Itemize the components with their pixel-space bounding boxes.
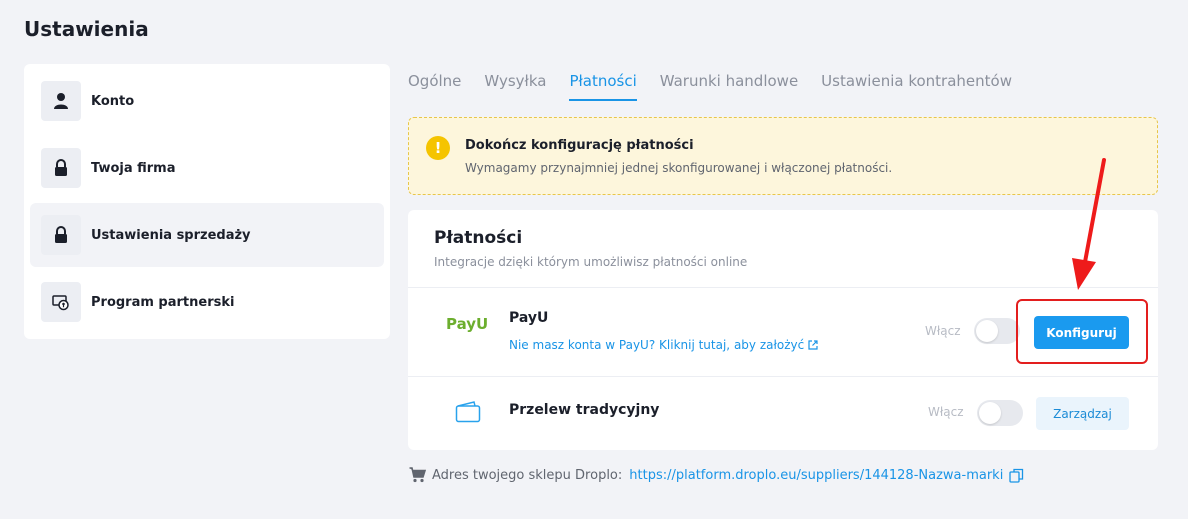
sidebar-item-label: Twoja firma — [91, 160, 176, 176]
divider — [408, 287, 1158, 288]
cart-icon — [409, 467, 426, 483]
manage-przelew-button[interactable]: Zarządzaj — [1036, 397, 1129, 430]
settings-sidebar: Konto Twoja firma Ustawienia sprzedaży P… — [24, 64, 390, 339]
annotation-highlight-box — [1016, 299, 1148, 364]
user-icon — [41, 81, 81, 121]
sidebar-item-ustawienia-sprzedazy[interactable]: Ustawienia sprzedaży — [30, 203, 384, 267]
payu-note: Nie masz konta w PayU? Kliknij tutaj, ab… — [509, 338, 818, 352]
sidebar-item-program-partnerski[interactable]: Program partnerski — [30, 270, 384, 334]
przelew-name: Przelew tradycyjny — [509, 402, 660, 418]
warning-icon: ! — [426, 136, 450, 160]
sidebar-item-twoja-firma[interactable]: Twoja firma — [30, 136, 384, 200]
divider — [408, 376, 1158, 377]
external-link-icon — [808, 340, 818, 350]
tab-warunki-handlowe[interactable]: Warunki handlowe — [660, 70, 798, 101]
tab-wysylka[interactable]: Wysyłka — [484, 70, 546, 101]
payment-config-warning: ! Dokończ konfigurację płatności Wymagam… — [408, 117, 1158, 195]
warning-title: Dokończ konfigurację płatności — [465, 138, 694, 153]
payu-signup-link[interactable]: Kliknij tutaj, aby założyć — [659, 338, 804, 352]
payu-note-text: Nie masz konta w PayU? — [509, 338, 656, 352]
page-title: Ustawienia — [24, 17, 149, 41]
sidebar-item-label: Program partnerski — [91, 294, 235, 310]
tab-ustawienia-kontrahentow[interactable]: Ustawienia kontrahentów — [821, 70, 1012, 101]
copy-icon[interactable] — [1009, 468, 1024, 483]
partner-money-icon — [41, 282, 81, 322]
przelew-toggle-label: Włącz — [928, 405, 964, 419]
shop-address-footer: Adres twojego sklepu Droplo: https://pla… — [409, 467, 1024, 483]
wallet-icon — [455, 401, 481, 423]
payments-card: Płatności Integracje dzięki którym umożl… — [408, 210, 1158, 450]
shop-address-link[interactable]: https://platform.droplo.eu/suppliers/144… — [629, 468, 1003, 483]
sidebar-item-label: Konto — [91, 93, 135, 109]
payu-name: PayU — [509, 310, 549, 326]
settings-tabs: Ogólne Wysyłka Płatności Warunki handlow… — [408, 70, 1035, 102]
payu-enable-toggle[interactable] — [974, 318, 1020, 344]
payments-subtitle: Integracje dzięki którym umożliwisz płat… — [434, 255, 748, 269]
tab-ogolne[interactable]: Ogólne — [408, 70, 461, 101]
sidebar-item-konto[interactable]: Konto — [30, 69, 384, 133]
payments-title: Płatności — [434, 228, 523, 248]
sidebar-item-label: Ustawienia sprzedaży — [91, 227, 251, 243]
lock-icon — [41, 148, 81, 188]
warning-text: Wymagamy przynajmniej jednej skonfigurow… — [465, 161, 893, 175]
lock-icon — [41, 215, 81, 255]
shop-address-label: Adres twojego sklepu Droplo: — [432, 467, 623, 483]
payu-toggle-label: Włącz — [925, 324, 961, 338]
przelew-enable-toggle[interactable] — [977, 400, 1023, 426]
payu-logo: PayU — [446, 315, 489, 333]
tab-platnosci[interactable]: Płatności — [569, 70, 637, 101]
